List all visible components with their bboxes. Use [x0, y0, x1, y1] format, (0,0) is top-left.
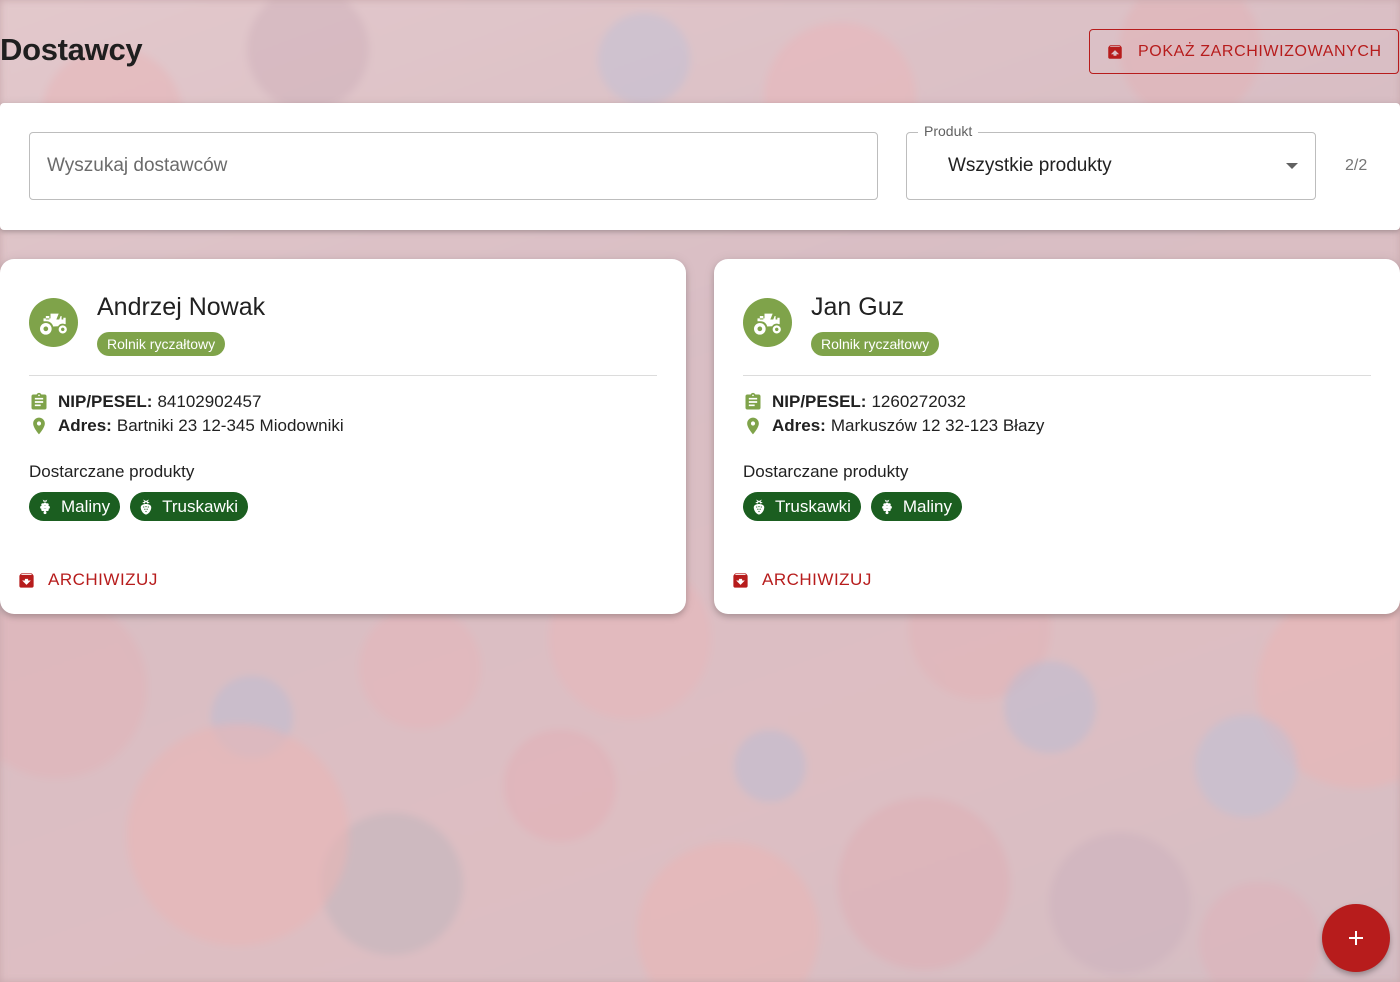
product-chip-label: Maliny: [902, 496, 953, 516]
archive-icon: [17, 571, 36, 590]
products-heading: Dostarczane produkty: [29, 462, 195, 481]
show-archived-label: POKAŻ ZARCHIWIZOWANYCH: [1138, 42, 1382, 60]
archive-button[interactable]: ARCHIWIZUJ: [731, 570, 872, 590]
caret-down-icon: [1286, 163, 1298, 169]
address-value: Markuszów 12 32-123 Błazy: [830, 416, 1045, 435]
plus-icon: [1349, 931, 1363, 945]
supplier-type-badge: Rolnik ryczałtowy: [811, 332, 940, 356]
product-chip-label: Maliny: [61, 496, 111, 516]
product-chips: Maliny Truskawki: [29, 492, 249, 521]
show-archived-button[interactable]: POKAŻ ZARCHIWIZOWANYCH: [1089, 29, 1399, 74]
product-chip-label: Truskawki: [162, 496, 239, 516]
product-chip-truskawki[interactable]: Truskawki: [130, 492, 249, 521]
raspberry-icon: [878, 498, 896, 516]
product-chip-maliny[interactable]: Maliny: [29, 492, 121, 521]
supplier-type-badge: Rolnik ryczałtowy: [97, 332, 226, 356]
location-pin-icon: [743, 416, 763, 436]
supplier-card: Andrzej Nowak Rolnik ryczałtowy NIP/PESE…: [0, 259, 686, 614]
location-pin-icon: [29, 416, 49, 436]
clipboard-icon: [29, 392, 49, 412]
address-row: Adres: Bartniki 23 12-345 Miodowniki: [29, 416, 344, 436]
products-heading: Dostarczane produkty: [743, 462, 909, 481]
nip-label: NIP/PESEL:: [58, 392, 153, 411]
address-value: Bartniki 23 12-345 Miodowniki: [116, 416, 344, 435]
strawberry-icon: [750, 498, 768, 516]
archive-label: ARCHIWIZUJ: [48, 570, 158, 589]
product-select-value: Wszystkie produkty: [948, 155, 1112, 176]
tractor-icon: [743, 298, 792, 347]
nip-row: NIP/PESEL: 1260272032: [743, 392, 966, 412]
unarchive-icon: [1106, 43, 1124, 61]
page-title: Dostawcy: [0, 32, 143, 67]
suppliers-page: Dostawcy POKAŻ ZARCHIWIZOWANYCH Produkt …: [0, 0, 1400, 982]
tractor-icon: [29, 298, 78, 347]
address-row: Adres: Markuszów 12 32-123 Błazy: [743, 416, 1044, 436]
product-chip-maliny[interactable]: Maliny: [870, 492, 963, 521]
address-label: Adres:: [58, 416, 112, 435]
nip-label: NIP/PESEL:: [772, 392, 867, 411]
filter-panel: Produkt Wszystkie produkty 2/2: [0, 103, 1400, 230]
supplier-name: Andrzej Nowak: [97, 293, 266, 321]
supplier-name: Jan Guz: [811, 293, 905, 321]
product-chip-truskawki[interactable]: Truskawki: [743, 492, 861, 521]
product-select-label: Produkt: [918, 123, 979, 139]
nip-row: NIP/PESEL: 84102902457: [29, 392, 261, 412]
search-input[interactable]: [29, 132, 878, 200]
product-chips: Truskawki Maliny: [743, 492, 963, 521]
divider: [743, 375, 1371, 376]
nip-value: 1260272032: [871, 392, 967, 411]
archive-button[interactable]: ARCHIWIZUJ: [17, 570, 158, 590]
archive-label: ARCHIWIZUJ: [762, 570, 872, 589]
address-label: Adres:: [772, 416, 826, 435]
raspberry-icon: [36, 498, 54, 516]
supplier-card: Jan Guz Rolnik ryczałtowy NIP/PESEL: 126…: [714, 259, 1400, 614]
divider: [29, 375, 657, 376]
strawberry-icon: [137, 498, 155, 516]
product-chip-label: Truskawki: [775, 496, 851, 516]
nip-value: 84102902457: [157, 392, 262, 411]
product-select[interactable]: Produkt Wszystkie produkty: [906, 123, 1316, 200]
archive-icon: [731, 571, 750, 590]
add-supplier-button[interactable]: [1322, 904, 1390, 972]
clipboard-icon: [743, 392, 763, 412]
results-count: 2/2: [1345, 157, 1368, 174]
